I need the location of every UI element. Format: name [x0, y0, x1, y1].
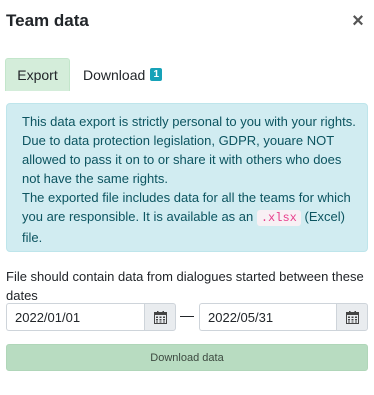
tab-export[interactable]: Export [5, 58, 70, 91]
close-icon[interactable]: × [350, 11, 366, 31]
start-date-group [6, 303, 176, 331]
privacy-notice-text: This data export is strictly personal to… [22, 114, 356, 186]
file-format-code: .xlsx [256, 210, 301, 226]
start-date-input[interactable] [6, 303, 144, 331]
end-date-input[interactable] [199, 303, 336, 331]
dialog-header: Team data × [0, 0, 374, 44]
privacy-notice: This data export is strictly personal to… [6, 103, 368, 252]
end-date-calendar-button[interactable] [336, 303, 368, 331]
tab-download-label: Download [83, 66, 146, 83]
calendar-icon [153, 310, 167, 324]
tab-export-label: Export [17, 67, 58, 83]
end-date-group [199, 303, 368, 331]
tab-download[interactable]: Download 1 [70, 58, 173, 91]
download-count-badge: 1 [150, 68, 163, 81]
date-range-separator [180, 316, 194, 317]
tab-bar: Export Download 1 [5, 58, 369, 91]
dialog-title: Team data [6, 11, 89, 30]
download-data-button[interactable]: Download data [6, 344, 368, 371]
date-range-label: File should contain data from dialogues … [6, 269, 364, 303]
calendar-icon [345, 310, 359, 324]
start-date-calendar-button[interactable] [144, 303, 176, 331]
